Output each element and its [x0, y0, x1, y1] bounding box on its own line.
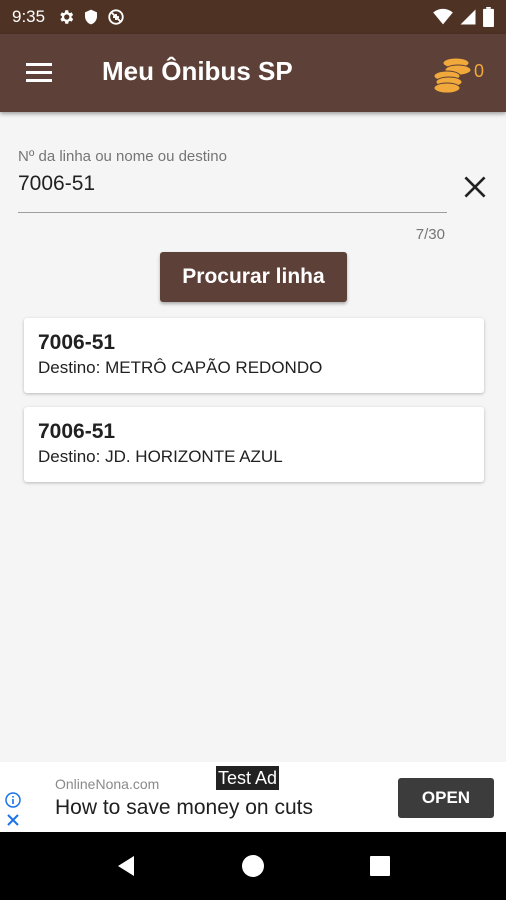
ad-open-button[interactable]: OPEN	[398, 778, 494, 818]
search-button[interactable]: Procurar linha	[160, 252, 347, 302]
ad-info-icon[interactable]	[5, 792, 21, 808]
app-title: Meu Ônibus SP	[102, 56, 293, 86]
search-input[interactable]	[18, 170, 446, 198]
menu-icon[interactable]	[24, 61, 54, 85]
ad-domain: OnlineNona.com	[55, 776, 160, 792]
clear-icon[interactable]	[462, 174, 488, 200]
result-card[interactable]: 7006-51 Destino: JD. HORIZONTE AZUL	[24, 407, 484, 482]
coins-icon[interactable]	[432, 56, 472, 94]
back-icon[interactable]	[114, 854, 138, 878]
line-destination: Destino: METRÔ CAPÃO REDONDO	[38, 358, 323, 377]
wifi-icon	[433, 8, 453, 25]
battery-icon	[483, 7, 494, 27]
line-number: 7006-51	[38, 331, 116, 354]
shield-icon	[85, 9, 98, 25]
ad-headline[interactable]: How to save money on cuts	[55, 796, 313, 820]
signal-icon	[460, 9, 476, 25]
search-underline	[18, 212, 447, 213]
coin-count: 0	[474, 61, 485, 81]
settings-icon	[60, 10, 74, 24]
ad-test-label: Test Ad	[216, 766, 280, 790]
no-data-saver-icon	[108, 9, 124, 25]
line-number: 7006-51	[38, 420, 116, 443]
character-counter: 7/30	[415, 226, 445, 243]
recents-icon[interactable]	[370, 856, 390, 876]
navigation-bar	[0, 832, 506, 900]
ad-close-icon[interactable]	[6, 813, 20, 827]
home-icon[interactable]	[242, 855, 264, 877]
status-time: 9:35	[12, 7, 46, 26]
search-label: Nº da linha ou nome ou destino	[18, 148, 227, 165]
result-card[interactable]: 7006-51 Destino: METRÔ CAPÃO REDONDO	[24, 318, 484, 393]
status-bar: 9:35	[0, 0, 506, 34]
line-destination: Destino: JD. HORIZONTE AZUL	[38, 447, 283, 466]
app-bar: Meu Ônibus SP 0	[0, 34, 506, 112]
ad-banner[interactable]: OnlineNona.com Test Ad How to save money…	[0, 762, 506, 832]
